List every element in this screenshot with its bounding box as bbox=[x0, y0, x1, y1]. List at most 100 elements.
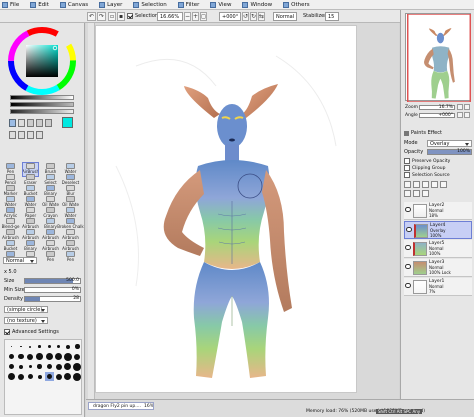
delete-layer-icon[interactable] bbox=[422, 190, 429, 197]
brush-size-preset[interactable] bbox=[45, 352, 54, 361]
selection-source-toggle[interactable]: Selection Source bbox=[404, 172, 450, 178]
brush-size-preset[interactable] bbox=[63, 362, 72, 371]
new-folder-icon[interactable] bbox=[422, 181, 429, 188]
visibility-eye-icon[interactable] bbox=[405, 283, 411, 288]
brush-size-preset[interactable] bbox=[45, 362, 54, 371]
nav-zoom-in-button[interactable] bbox=[457, 104, 463, 110]
brush-shape-dropdown[interactable]: (simple circle) bbox=[4, 306, 48, 313]
nav-zoom-out-button[interactable] bbox=[464, 104, 470, 110]
density-slider[interactable]: 28 bbox=[24, 296, 81, 302]
flip-button[interactable]: ⇆ bbox=[258, 12, 265, 21]
gray-slider[interactable] bbox=[10, 102, 74, 107]
stabilizer-field[interactable]: 15 bbox=[325, 12, 339, 21]
brush-size-preset[interactable] bbox=[35, 362, 44, 371]
brush-size-preset[interactable] bbox=[54, 362, 63, 371]
layer-row-layer2[interactable]: Layer2 Normal 18% bbox=[404, 202, 472, 220]
undo-button[interactable]: ↶ bbox=[87, 12, 96, 21]
zoom-icon[interactable] bbox=[9, 131, 16, 139]
menu-selection[interactable]: Selection bbox=[133, 1, 167, 8]
transfer-down-icon[interactable] bbox=[404, 190, 411, 197]
eyedropper-icon[interactable] bbox=[36, 131, 43, 139]
tool-row9-2[interactable]: Pen bbox=[43, 251, 58, 264]
zoom-field[interactable]: 16.66% bbox=[157, 12, 183, 21]
preserve-opacity-checkbox[interactable] bbox=[404, 158, 410, 164]
brush-size-preset[interactable] bbox=[63, 372, 72, 381]
clear-layer-icon[interactable] bbox=[413, 190, 420, 197]
swap-icon[interactable] bbox=[9, 119, 16, 127]
drawing-canvas[interactable] bbox=[96, 26, 356, 392]
menu-file[interactable]: File bbox=[2, 1, 19, 8]
value-slider[interactable] bbox=[10, 95, 74, 100]
brush-size-preset[interactable] bbox=[7, 362, 16, 371]
magic-wand-icon[interactable] bbox=[36, 119, 43, 127]
nav-zoom-slider[interactable]: 16.7% bbox=[419, 105, 455, 110]
navigator-preview[interactable] bbox=[405, 13, 471, 103]
zoom-out-button[interactable]: − bbox=[184, 12, 191, 21]
menu-canvas[interactable]: Canvas bbox=[59, 1, 88, 8]
brush-size-preset[interactable] bbox=[7, 352, 16, 361]
brush-size-preset[interactable] bbox=[26, 372, 35, 381]
lasso-icon[interactable] bbox=[27, 119, 34, 127]
deselect-button[interactable]: ▫ bbox=[108, 12, 116, 21]
layer-opacity-slider[interactable]: 100% bbox=[427, 149, 472, 155]
tool-row9-3[interactable]: Pen bbox=[63, 251, 78, 264]
layer-row-layer1[interactable]: Layer1 Normal 7% bbox=[404, 278, 472, 296]
brush-size-preset[interactable] bbox=[35, 342, 44, 351]
redo-button[interactable]: ↷ bbox=[97, 12, 106, 21]
zoom-in-button[interactable]: + bbox=[192, 12, 199, 21]
brush-size-preset[interactable] bbox=[16, 372, 25, 381]
invert-selection-button[interactable]: ▪ bbox=[117, 12, 125, 21]
brush-size-preset[interactable] bbox=[73, 352, 82, 361]
new-layer-icon[interactable] bbox=[404, 181, 411, 188]
visibility-eye-icon[interactable] bbox=[405, 207, 411, 212]
layer-row-layer5[interactable]: Layer5 Normal 100% bbox=[404, 240, 472, 258]
brush-size-preset[interactable] bbox=[26, 352, 35, 361]
selection-source-checkbox[interactable] bbox=[404, 172, 410, 178]
transparent-icon[interactable] bbox=[18, 119, 25, 127]
selection-toggle[interactable]: Selection bbox=[127, 13, 158, 19]
brush-size-preset[interactable] bbox=[73, 372, 82, 381]
color-wheel[interactable] bbox=[8, 27, 76, 95]
size-slider[interactable]: 500.0 bbox=[24, 278, 81, 284]
selection-checkbox[interactable] bbox=[127, 13, 133, 19]
nav-angle-slider[interactable]: +000° bbox=[419, 113, 455, 118]
merge-down-icon[interactable] bbox=[440, 181, 447, 188]
nav-rotate-right-button[interactable] bbox=[464, 112, 470, 118]
new-linework-layer-icon[interactable] bbox=[413, 181, 420, 188]
brush-size-preset[interactable] bbox=[73, 342, 82, 351]
rotate-left-button[interactable]: ↺ bbox=[242, 12, 249, 21]
brush-size-preset[interactable] bbox=[7, 372, 16, 381]
menu-others[interactable]: Others bbox=[283, 1, 310, 8]
duplicate-layer-icon[interactable] bbox=[431, 181, 438, 188]
hand-icon[interactable] bbox=[27, 131, 34, 139]
layer-row-layer3[interactable]: Layer3 Normal 100% Lock bbox=[404, 259, 472, 277]
visibility-eye-icon[interactable] bbox=[405, 264, 411, 269]
clipping-group-toggle[interactable]: Clipping Group bbox=[404, 165, 445, 171]
brush-texture-dropdown[interactable]: (no texture) bbox=[4, 317, 48, 324]
menu-view[interactable]: View bbox=[210, 1, 231, 8]
layer-mode-dropdown[interactable]: Overlay bbox=[427, 140, 472, 147]
menu-filter[interactable]: Filter bbox=[177, 1, 199, 8]
light-slider[interactable] bbox=[10, 109, 74, 114]
menu-window[interactable]: Window bbox=[242, 1, 272, 8]
rotate-icon[interactable] bbox=[18, 131, 25, 139]
brush-size-preset[interactable] bbox=[26, 342, 35, 351]
brush-size-preset[interactable] bbox=[54, 372, 63, 381]
size-multiplier-select[interactable]: x 5.0 bbox=[4, 269, 17, 275]
brush-size-preset[interactable] bbox=[63, 352, 72, 361]
document-tab[interactable]: dragon Fly2 pin up.... 16% bbox=[88, 402, 154, 410]
zoom-reset-button[interactable]: ◻ bbox=[200, 12, 207, 21]
brush-size-preset[interactable] bbox=[7, 342, 16, 351]
nav-rotate-left-button[interactable] bbox=[457, 112, 463, 118]
preserve-opacity-toggle[interactable]: Preserve Opacity bbox=[404, 158, 450, 164]
brush-size-preset[interactable] bbox=[16, 362, 25, 371]
brush-size-preset[interactable] bbox=[54, 352, 63, 361]
brush-size-preset[interactable] bbox=[16, 352, 25, 361]
brush-size-preset[interactable] bbox=[45, 342, 54, 351]
paints-effect-header[interactable]: Paints Effect bbox=[404, 130, 442, 136]
brush-size-preset[interactable] bbox=[35, 352, 44, 361]
layer-row-layer4[interactable]: Layer4 Overlay 100% bbox=[404, 221, 472, 239]
brush-size-preset[interactable] bbox=[73, 362, 82, 371]
clipping-group-checkbox[interactable] bbox=[404, 165, 410, 171]
minsize-slider[interactable]: 0% bbox=[24, 287, 81, 293]
